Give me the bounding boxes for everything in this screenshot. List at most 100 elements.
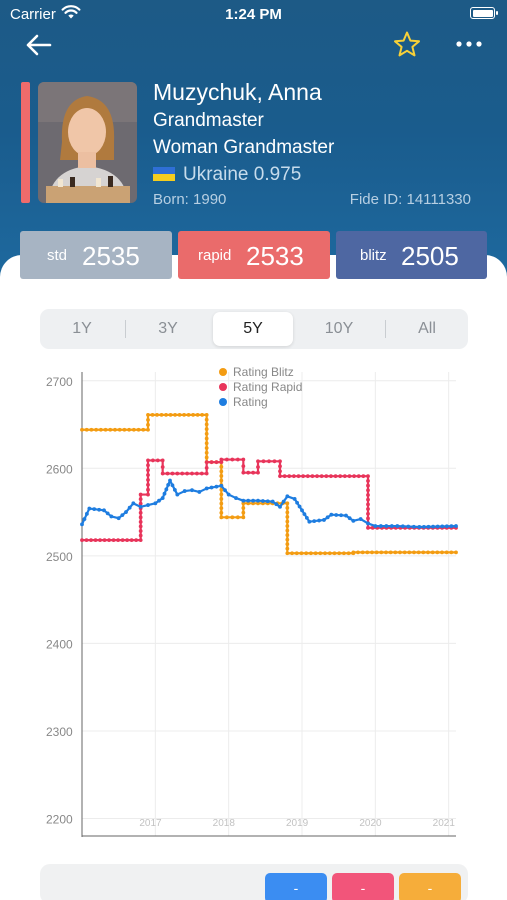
series-point (366, 493, 370, 497)
series-point (146, 427, 150, 432)
series-point (223, 488, 227, 493)
series-point (84, 511, 89, 516)
series-point (430, 550, 435, 555)
series-point (138, 510, 143, 515)
series-point (256, 470, 260, 475)
player-name: Muzychuk, Anna (153, 79, 322, 105)
series-point (246, 498, 251, 503)
back-arrow-icon[interactable] (24, 32, 54, 58)
rating-card-blitz[interactable]: blitz 2505 (336, 231, 487, 279)
series-point (366, 478, 370, 483)
series-point (285, 505, 290, 510)
series-point (191, 412, 196, 417)
series-point (166, 483, 171, 487)
series-point (285, 528, 290, 533)
series-point (356, 474, 361, 479)
series-point (449, 524, 454, 529)
series-point (111, 538, 116, 542)
series-point (398, 550, 402, 555)
player-title-gm: Grandmaster (153, 110, 264, 131)
period-10y[interactable]: 10Y (299, 312, 379, 346)
series-point (146, 503, 150, 507)
series-point (384, 524, 389, 528)
series-point (256, 465, 260, 469)
series-point (370, 550, 374, 555)
series-point (177, 412, 182, 417)
series-point (168, 478, 172, 483)
series-point (204, 436, 209, 441)
series-point (131, 501, 136, 506)
series-point (435, 524, 440, 529)
series-point (175, 492, 180, 497)
series-point (282, 474, 287, 479)
series-point (431, 524, 435, 529)
period-5y[interactable]: 5Y (213, 312, 293, 346)
series-point (146, 422, 150, 427)
x-tick-label: 2019 (286, 818, 309, 829)
series-point (146, 468, 150, 473)
series-point (346, 551, 351, 556)
country-label: Ukraine 0.975 (183, 164, 302, 185)
series-point (80, 538, 84, 542)
series-point (366, 474, 370, 479)
series-point (361, 474, 366, 479)
series-point (241, 498, 246, 503)
series-point (160, 496, 165, 500)
series-point (251, 470, 256, 475)
legend-label: Rating (233, 395, 268, 409)
series-point (127, 427, 132, 432)
series-point (366, 497, 370, 502)
series-point (444, 550, 449, 555)
series-point (366, 516, 370, 521)
series-point (89, 427, 94, 432)
y-tick-label: 2300 (46, 725, 73, 739)
series-point (400, 524, 405, 529)
period-3y[interactable]: 3Y (130, 312, 206, 346)
series-point (334, 513, 339, 517)
series-point (138, 515, 143, 520)
series-point (333, 474, 338, 479)
period-all[interactable]: All (389, 312, 465, 346)
series-point (407, 550, 412, 555)
series-point (285, 546, 290, 551)
series-point (312, 519, 317, 524)
more-dots-icon[interactable] (455, 36, 483, 52)
series-point (285, 515, 290, 519)
compare-button-red[interactable]: - (332, 873, 394, 900)
series-point (307, 519, 312, 524)
rating-card-std[interactable]: std 2535 (20, 231, 172, 279)
series-point (185, 471, 190, 476)
series-point (347, 474, 352, 479)
series-point (285, 533, 290, 537)
series-point (127, 505, 132, 510)
compare-button-orange[interactable]: - (399, 873, 461, 900)
series-point (102, 508, 106, 513)
period-1y[interactable]: 1Y (44, 312, 120, 346)
star-outline-icon[interactable] (392, 30, 422, 60)
series-point (219, 510, 224, 515)
series-point (278, 469, 282, 474)
player-fide-id: Fide ID: 14111330 (349, 191, 471, 208)
series-point (146, 463, 150, 468)
series-point (214, 460, 219, 465)
series-point (131, 427, 136, 432)
series-point (168, 412, 173, 417)
compare-button-blue[interactable]: - (265, 873, 327, 900)
rating-card-rapid[interactable]: rapid 2533 (178, 231, 330, 279)
series-point (162, 491, 167, 496)
series-point (209, 485, 214, 490)
series-point (332, 551, 337, 556)
series-point (251, 498, 256, 503)
series-point (164, 487, 169, 492)
series-point (315, 474, 319, 479)
period-selector: 1Y 3Y 5Y 10Y All (40, 309, 468, 349)
series-point (204, 465, 209, 470)
series-point (342, 551, 346, 556)
series-point (454, 550, 458, 555)
series-point (146, 487, 150, 492)
status-time: 1:24 PM (225, 6, 282, 23)
series-point (155, 412, 159, 417)
series-point (138, 492, 143, 497)
series-point (204, 460, 209, 465)
legend-label: Rating Rapid (233, 380, 302, 394)
